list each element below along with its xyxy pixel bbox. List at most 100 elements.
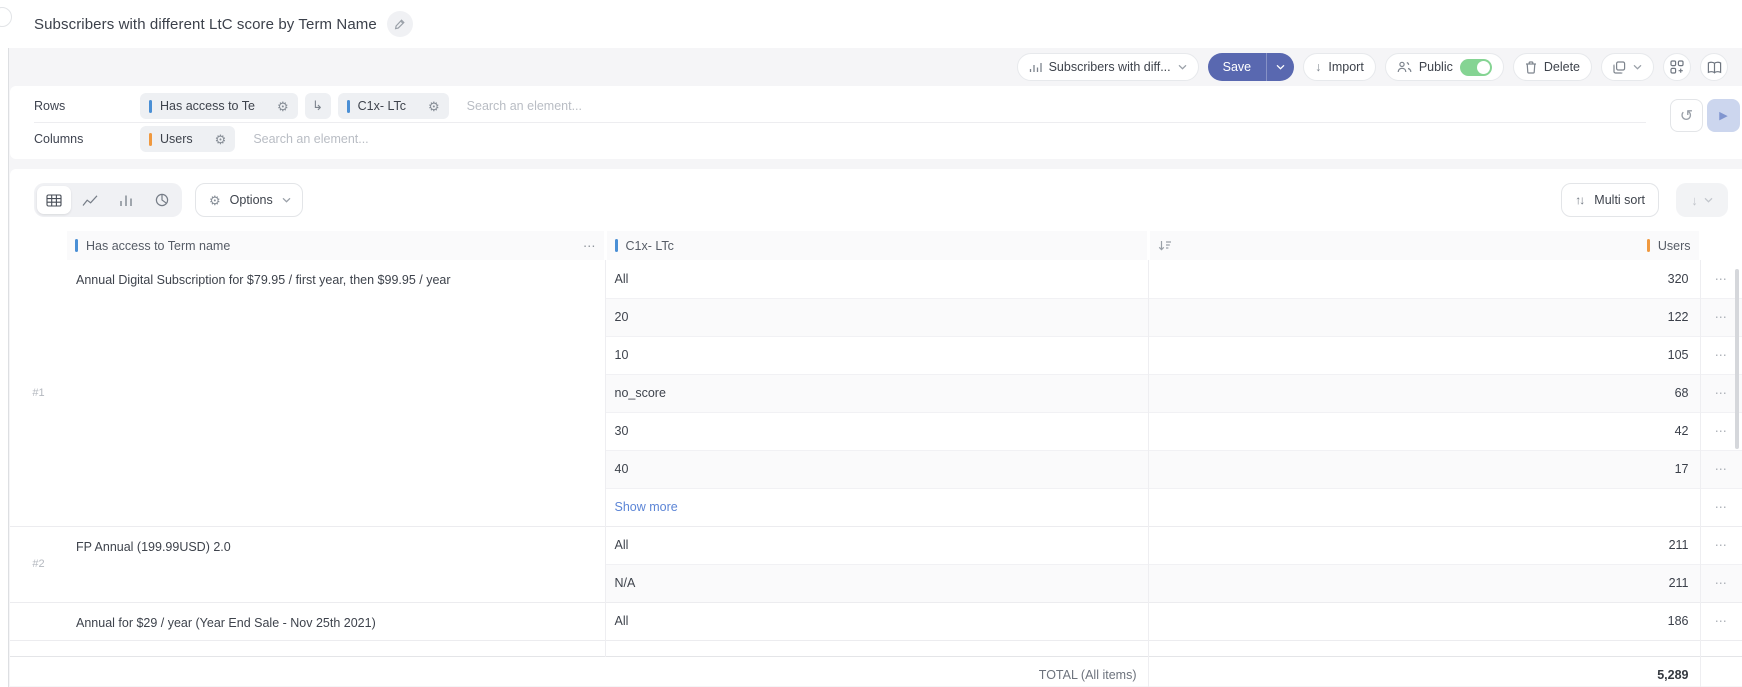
- line-chart-view-button[interactable]: [73, 186, 107, 214]
- ellipsis-icon: ⋯: [1715, 614, 1728, 628]
- documentation-button[interactable]: [1700, 53, 1728, 81]
- import-button[interactable]: ↓ Import: [1303, 53, 1376, 81]
- field-label: Users: [160, 132, 193, 146]
- pencil-icon: [394, 18, 406, 30]
- row-menu-button[interactable]: ⋯: [1700, 564, 1742, 602]
- toggle-knob: [1477, 61, 1490, 74]
- delete-button[interactable]: Delete: [1513, 53, 1592, 81]
- columns-search-input[interactable]: [253, 132, 473, 146]
- gear-icon[interactable]: ⚙: [428, 100, 440, 113]
- options-dropdown[interactable]: ⚙ Options: [195, 183, 303, 217]
- duplicate-dropdown[interactable]: [1601, 53, 1654, 81]
- query-actions: ↺ ▶: [1670, 99, 1740, 132]
- col1-header[interactable]: Has access to Term name ⋯: [67, 231, 605, 260]
- undo-icon: ↺: [1680, 106, 1693, 126]
- trash-icon: [1525, 61, 1537, 74]
- play-icon: ▶: [1719, 109, 1727, 122]
- gear-icon[interactable]: ⚙: [277, 100, 289, 113]
- row-menu-button[interactable]: ⋯: [1700, 526, 1742, 564]
- column-field-users[interactable]: Users ⚙: [140, 126, 235, 152]
- show-more-link[interactable]: Show more: [615, 500, 678, 514]
- total-label: TOTAL (All items): [10, 656, 1148, 687]
- ellipsis-icon: ⋯: [1715, 462, 1728, 476]
- ellipsis-icon: ⋯: [1715, 310, 1728, 324]
- value-cell: 211: [1148, 564, 1700, 602]
- value-cell: 68: [1148, 374, 1700, 412]
- view-controls: ⚙ Options ↑↓ Multi sort ↓: [10, 169, 1742, 231]
- score-cell: 10: [605, 336, 1148, 374]
- row-field-c1x-ltc[interactable]: C1x- LTc ⚙: [338, 93, 449, 119]
- pie-chart-view-button[interactable]: [145, 186, 179, 214]
- table-view-button[interactable]: [37, 186, 71, 214]
- group-name-cell: FP Annual (199.99USD) 2.0: [67, 526, 605, 602]
- field-accent: [149, 133, 152, 146]
- ellipsis-icon: ⋯: [1715, 500, 1728, 514]
- chevron-down-icon: [282, 197, 291, 203]
- multi-sort-label: Multi sort: [1594, 193, 1645, 207]
- page-title: Subscribers with different LtC score by …: [34, 16, 377, 33]
- edit-title-button[interactable]: [387, 11, 413, 37]
- rows-search-input[interactable]: [467, 99, 687, 113]
- table-row: #1 Annual Digital Subscription for $79.9…: [10, 260, 1742, 298]
- header-accent: [1647, 239, 1650, 252]
- empty-cell: [605, 640, 1148, 656]
- multi-sort-button[interactable]: ↑↓ Multi sort: [1561, 183, 1659, 217]
- score-cell: 30: [605, 412, 1148, 450]
- column-chart-view-button[interactable]: [109, 186, 143, 214]
- save-split-button: Save: [1208, 53, 1295, 81]
- score-cell: no_score: [605, 374, 1148, 412]
- score-cell: All: [605, 602, 1148, 640]
- field-label: C1x- LTc: [358, 99, 406, 113]
- columns-config: Columns Users ⚙: [10, 123, 1742, 155]
- value-cell: 42: [1148, 412, 1700, 450]
- add-to-dashboard-button[interactable]: [1663, 53, 1691, 81]
- line-chart-icon: [82, 194, 98, 207]
- gear-icon[interactable]: ⚙: [215, 133, 227, 146]
- field-accent: [149, 100, 152, 113]
- header-accent: [615, 239, 618, 252]
- score-cell: All: [605, 526, 1148, 564]
- row-field-has-access-to-term[interactable]: Has access to Te ⚙: [140, 93, 298, 119]
- report-toolbar: Subscribers with diff... Save ↓ Import P…: [0, 48, 1742, 86]
- ellipsis-icon: ⋯: [1715, 348, 1728, 362]
- import-label: Import: [1328, 60, 1363, 74]
- table-header-row: Has access to Term name ⋯ C1x- LTc: [10, 231, 1742, 260]
- pivot-table: Has access to Term name ⋯ C1x- LTc: [10, 231, 1742, 687]
- sort-arrows-icon: ↑↓: [1575, 193, 1583, 207]
- grid-plus-icon: [1670, 60, 1684, 74]
- field-label: Has access to Te: [160, 99, 255, 113]
- vertical-scrollbar[interactable]: [1735, 269, 1739, 449]
- row-menu-button[interactable]: ⋯: [1700, 488, 1742, 526]
- empty-cell: [1148, 640, 1700, 656]
- col2-header[interactable]: C1x- LTc: [605, 231, 1148, 260]
- group-index: #1: [10, 260, 67, 526]
- col3-header[interactable]: Users: [1148, 231, 1700, 260]
- run-query-button[interactable]: ▶: [1707, 99, 1740, 132]
- save-button[interactable]: Save: [1208, 53, 1267, 81]
- score-cell: All: [605, 260, 1148, 298]
- options-label: Options: [230, 193, 273, 207]
- total-value: 5,289: [1148, 656, 1700, 687]
- value-cell: 186: [1148, 602, 1700, 640]
- save-options-button[interactable]: [1266, 53, 1294, 81]
- public-toggle[interactable]: [1460, 59, 1492, 76]
- column-chart-icon: [119, 194, 133, 207]
- table-row: #2 FP Annual (199.99USD) 2.0 All 211 ⋯: [10, 526, 1742, 564]
- query-builder: Rows Has access to Te ⚙ ↳ C1x- LTc ⚙ Col…: [10, 86, 1742, 159]
- table-row: Annual for $29 / year (Year End Sale - N…: [10, 602, 1742, 640]
- undo-button[interactable]: ↺: [1670, 99, 1703, 132]
- export-button-disabled[interactable]: ↓: [1676, 183, 1728, 217]
- group-name-cell: Annual Digital Subscription for $79.95 /…: [67, 260, 605, 526]
- score-cell: N/A: [605, 564, 1148, 602]
- field-accent: [347, 100, 350, 113]
- row-menu-button[interactable]: ⋯: [1700, 450, 1742, 488]
- sort-descending-icon[interactable]: [1158, 240, 1172, 251]
- gear-icon: ⚙: [209, 194, 221, 207]
- total-row: TOTAL (All items) 5,289: [10, 656, 1742, 687]
- column-menu-icon[interactable]: ⋯: [583, 238, 596, 253]
- report-selector-dropdown[interactable]: Subscribers with diff...: [1017, 53, 1199, 81]
- group-name-cell: Annual for $29 / year (Year End Sale - N…: [67, 602, 605, 640]
- row-menu-button[interactable]: ⋯: [1700, 602, 1742, 640]
- value-cell: 211: [1148, 526, 1700, 564]
- empty-cell: [1700, 640, 1742, 656]
